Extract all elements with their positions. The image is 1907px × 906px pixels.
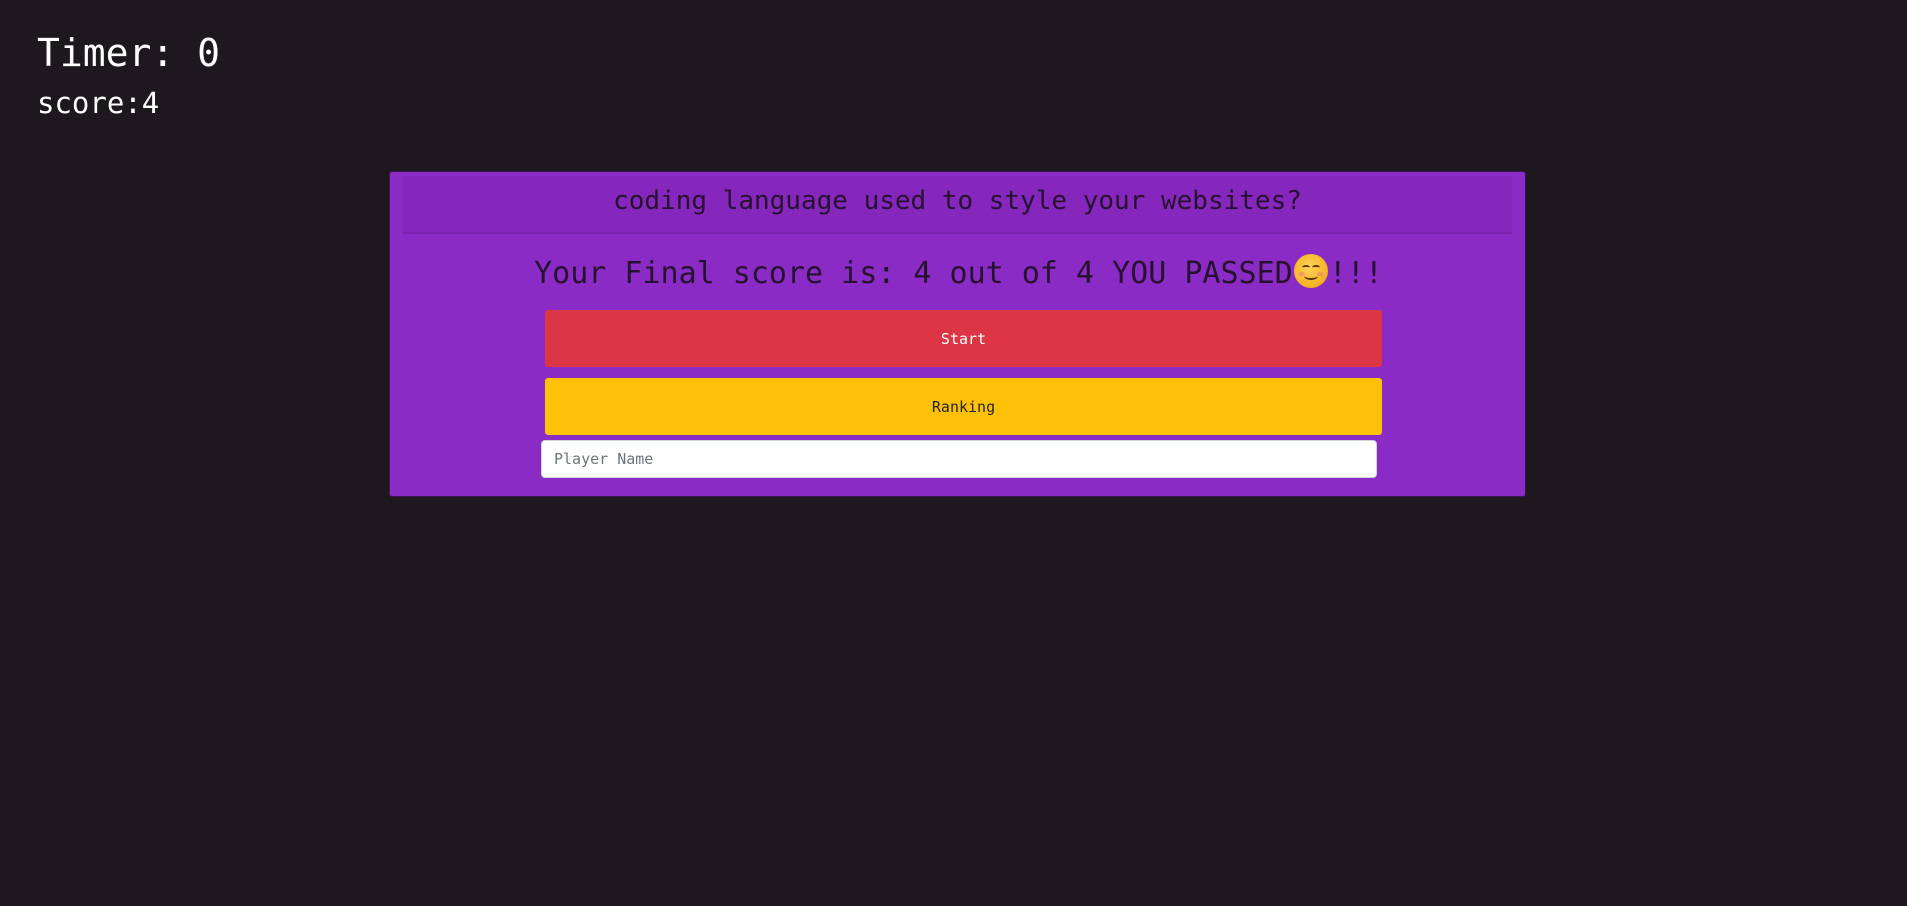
player-name-input[interactable] [541,440,1377,478]
score-display: score:4 [37,86,160,120]
start-button[interactable]: Start [545,310,1382,367]
timer-display: Timer: 0 [37,31,221,75]
question-text: coding language used to style your websi… [403,176,1512,234]
final-score-exclamation: !!! [1328,256,1383,291]
final-score-message: Your Final score is: 4 out of 4 YOU PASS… [390,254,1527,294]
final-score-text: Your Final score is: 4 out of 4 YOU PASS… [534,256,1293,291]
ranking-button[interactable]: Ranking [545,378,1382,435]
smiling-face-icon [1293,254,1328,288]
quiz-card: coding language used to style your websi… [389,171,1526,497]
